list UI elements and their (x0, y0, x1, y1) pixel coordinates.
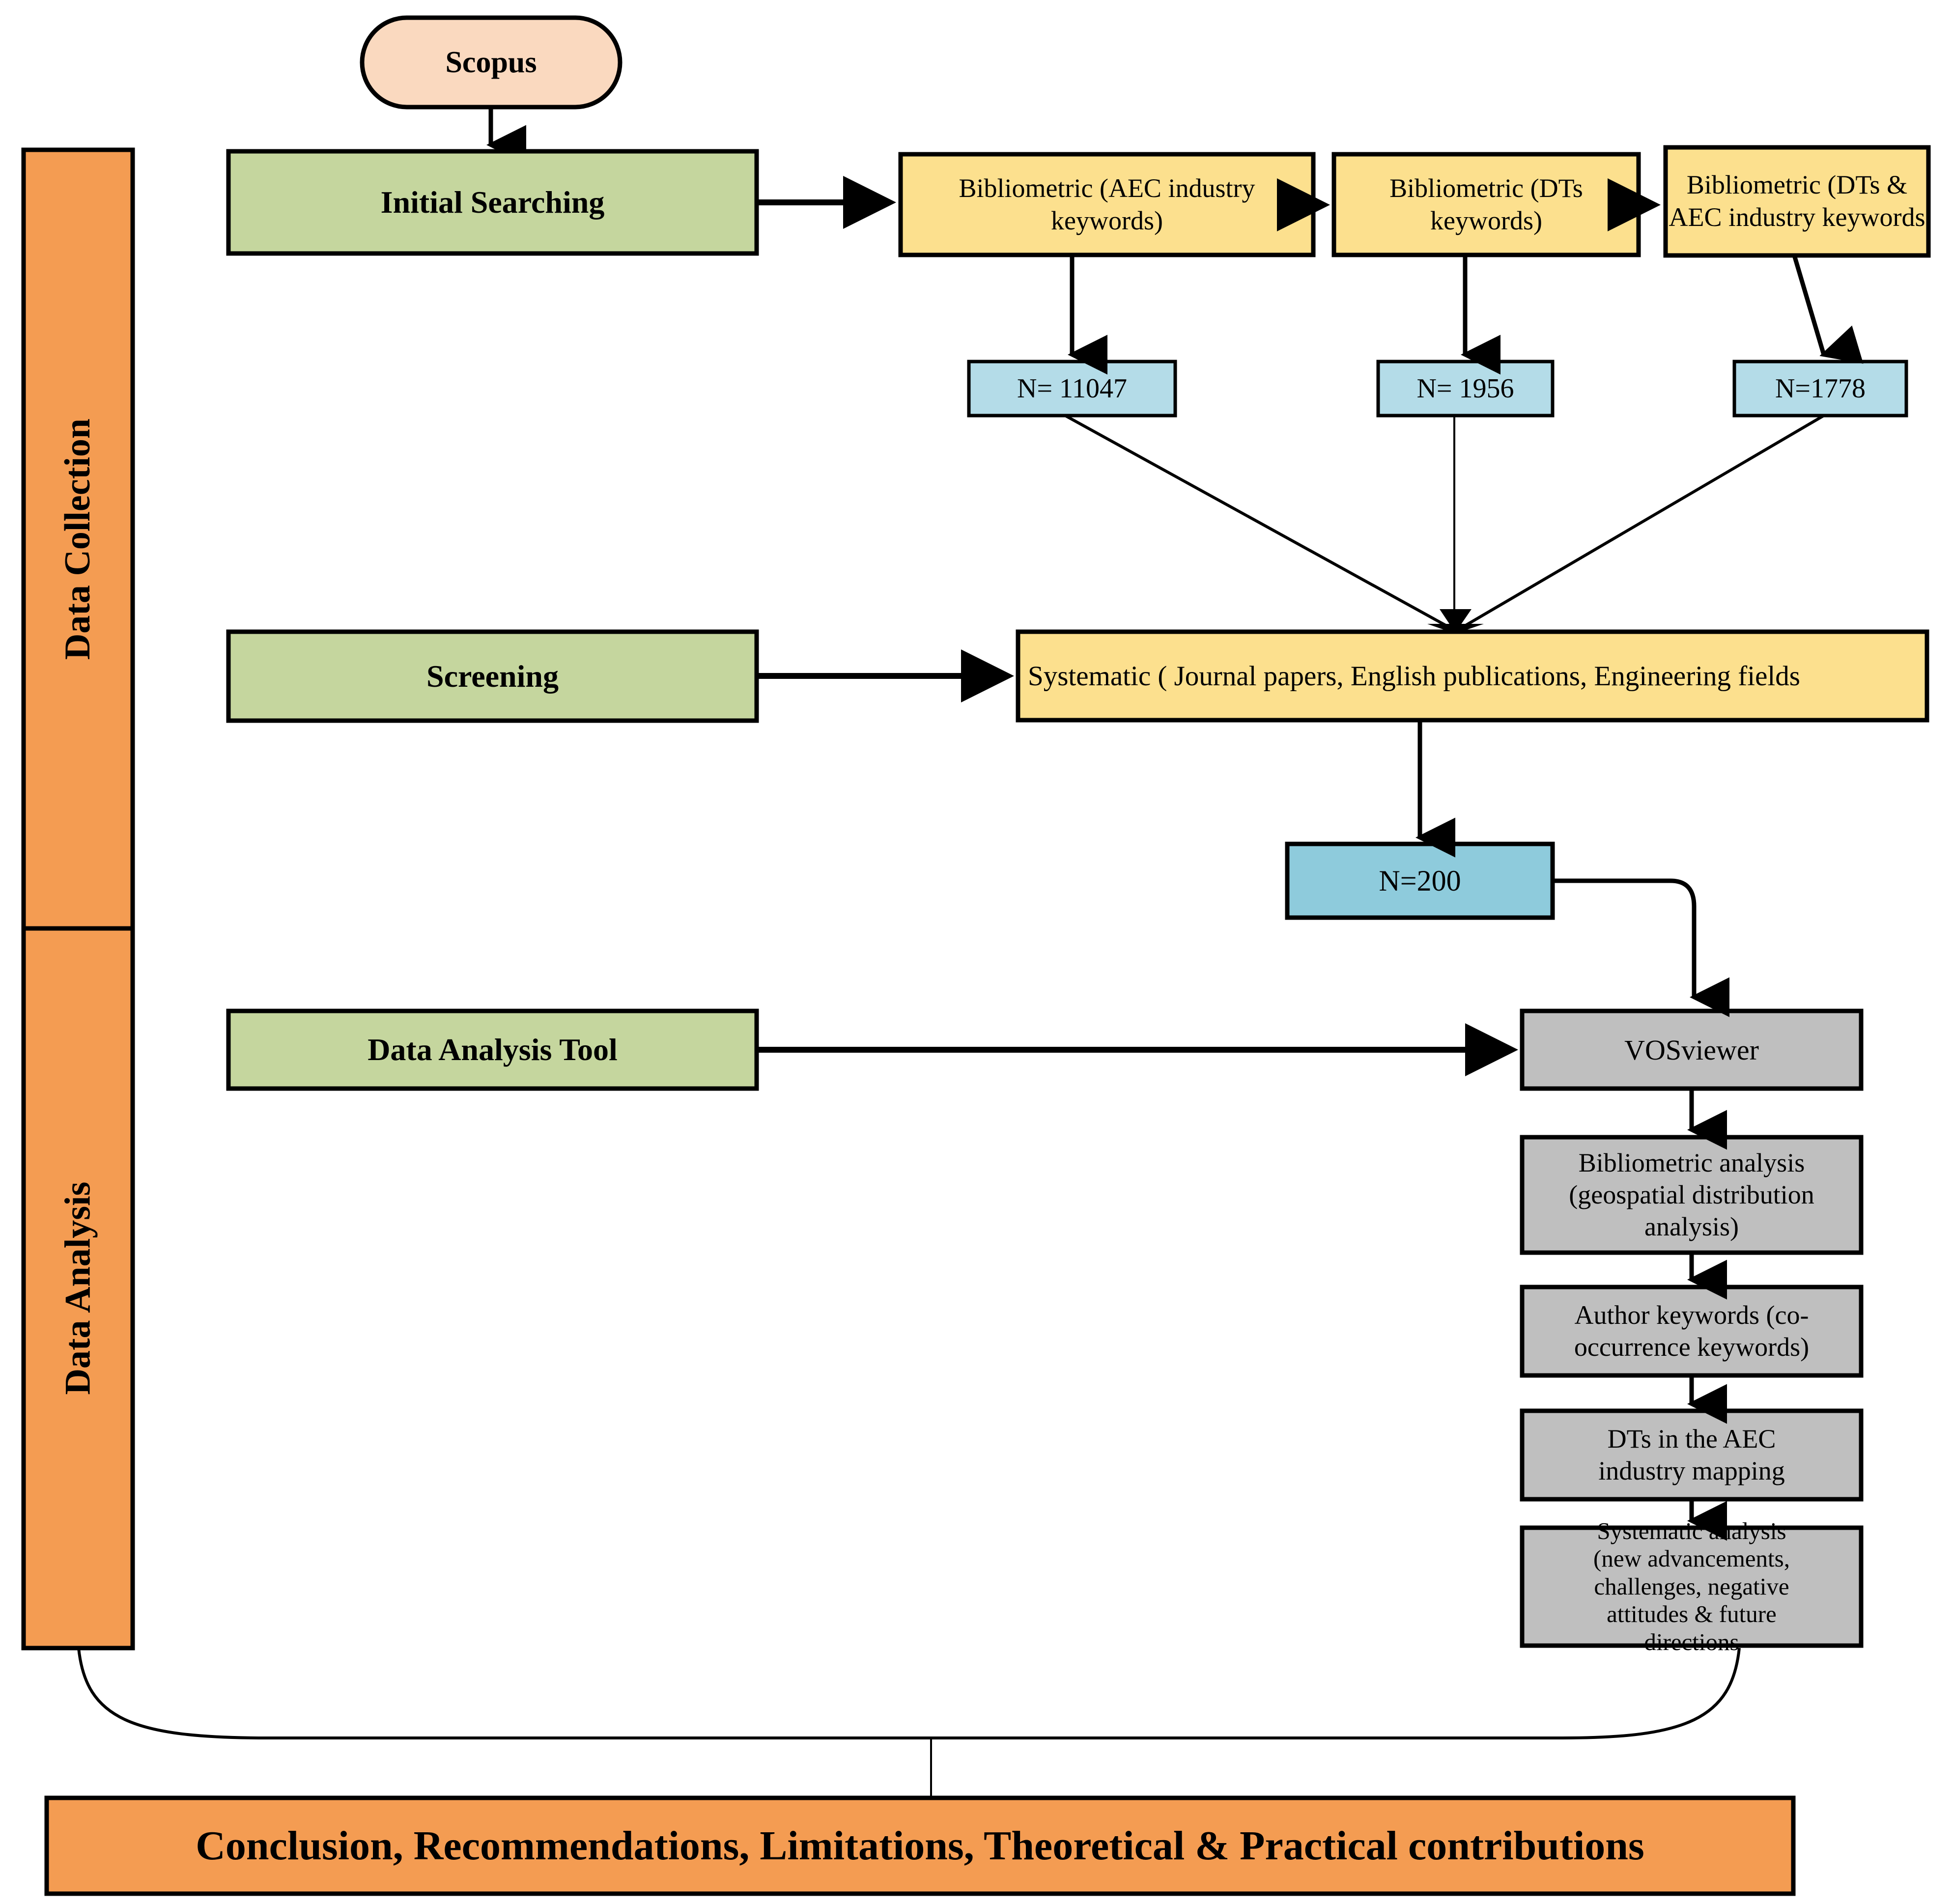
analysis-label-dts-mapping: DTs in the AEC industry mapping (1522, 1411, 1861, 1499)
stage-label-data-analysis-tool: Data Analysis Tool (228, 1011, 757, 1089)
systematic-criteria-label-text: Systematic ( Journal papers, English pub… (1028, 660, 1800, 692)
stage-label-initial-searching: Initial Searching (228, 151, 757, 253)
analysis-line: (geospatial distribution (1569, 1180, 1814, 1210)
phase-label-data-analysis-text: Data Analysis (57, 1181, 98, 1395)
analysis-line: occurrence keywords) (1574, 1332, 1810, 1362)
analysis-label-bibliometric-analysis: Bibliometric analysis (geospatial distri… (1522, 1137, 1861, 1253)
stage-label-data-analysis-tool-text: Data Analysis Tool (368, 1032, 618, 1067)
analysis-line: analysis) (1644, 1211, 1739, 1241)
conclusion-label-text: Conclusion, Recommendations, Limitations… (196, 1823, 1644, 1869)
count-label-final-text: N=200 (1379, 864, 1461, 897)
stage-label-screening: Screening (228, 632, 757, 721)
query-label-aec-text: Bibliometric (AEC industry keywords) (959, 173, 1255, 235)
analysis-line: DTs in the AEC (1607, 1424, 1776, 1454)
stage-label-screening-text: Screening (426, 658, 559, 694)
phase-label-data-collection: Data Collection (24, 150, 133, 928)
count-label-dts-aec-text: N=1778 (1775, 373, 1866, 404)
analysis-line: Bibliometric analysis (1578, 1148, 1805, 1178)
query-label-aec: Bibliometric (AEC industry keywords) (906, 154, 1308, 255)
analysis-line: attitudes & future (1607, 1600, 1777, 1628)
count-label-dts-aec: N=1778 (1734, 362, 1906, 416)
query-label-dts-aec: Bibliometric (DTs & AEC industry keyword… (1669, 147, 1925, 255)
count-label-final: N=200 (1287, 844, 1553, 918)
analysis-line: Systematic analysis (1597, 1517, 1786, 1545)
analysis-label-systematic-analysis: Systematic analysis (new advancements, c… (1522, 1517, 1861, 1655)
count-label-aec-text: N= 11047 (1017, 373, 1127, 404)
analysis-line: directions (1644, 1628, 1739, 1655)
count-label-dts-text: N= 1956 (1416, 373, 1514, 404)
analysis-line: challenges, negative (1594, 1572, 1789, 1600)
count-label-aec: N= 11047 (969, 362, 1175, 416)
scopus-label: Scopus (362, 18, 620, 107)
tool-label-vosviewer: VOSviewer (1522, 1011, 1861, 1089)
phase-label-data-analysis: Data Analysis (24, 928, 133, 1648)
stage-label-initial-searching-text: Initial Searching (380, 185, 605, 220)
analysis-line: Author keywords (co- (1574, 1300, 1809, 1330)
analysis-line: (new advancements, (1593, 1545, 1790, 1572)
count-label-dts: N= 1956 (1378, 362, 1553, 416)
systematic-criteria-label: Systematic ( Journal papers, English pub… (1028, 632, 1922, 720)
query-label-dts: Bibliometric (DTs keywords) (1337, 154, 1635, 255)
tool-label-vosviewer-text: VOSviewer (1624, 1034, 1759, 1066)
analysis-line: industry mapping (1598, 1456, 1785, 1485)
scopus-label-text: Scopus (445, 45, 537, 79)
analysis-label-author-keywords: Author keywords (co- occurrence keywords… (1522, 1287, 1861, 1375)
query-label-dts-text: Bibliometric (DTs keywords) (1389, 173, 1583, 235)
flowchart-root: Data Collection Data Analysis Scopus Ini… (0, 0, 1953, 1904)
query-label-dts-aec-text: Bibliometric (DTs & AEC industry keyword… (1669, 170, 1925, 232)
conclusion-label: Conclusion, Recommendations, Limitations… (47, 1798, 1793, 1894)
phase-label-data-collection-text: Data Collection (57, 418, 98, 660)
